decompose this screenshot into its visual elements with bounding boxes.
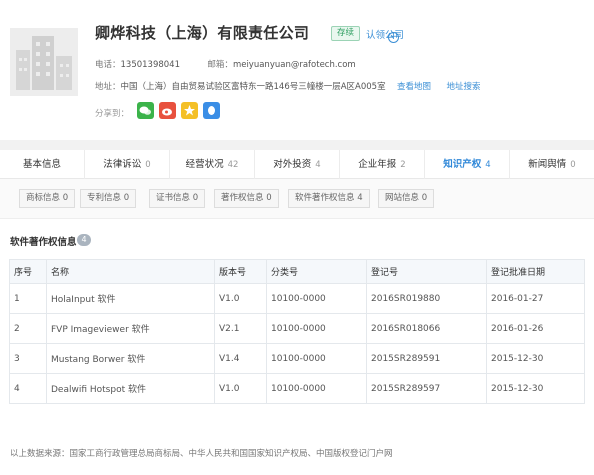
table-row: 1 HolaInput 软件 V1.0 10100-0000 2016SR019…: [9, 283, 585, 314]
cell-name: Mustang Borwer 软件: [46, 343, 215, 374]
tab-count: 0: [145, 160, 151, 170]
cell-reg-number: 2015SR289597: [366, 373, 487, 404]
cell-index: 2: [9, 313, 47, 344]
cell-category: 10100-0000: [266, 343, 367, 374]
company-name: 卿烨科技（上海）有限责任公司: [95, 24, 310, 42]
col-header-reg-number: 登记号: [366, 259, 487, 284]
company-logo-placeholder-icon: [10, 28, 78, 96]
subtab-software-copyright[interactable]: 软件著作权信息 4: [288, 189, 370, 208]
email-label: 邮箱：: [207, 60, 233, 70]
cell-name: Dealwifi Hotspot 软件: [46, 373, 215, 404]
company-header: 卿烨科技（上海）有限责任公司 存续 认领公司 + 电话：13501398041 …: [0, 0, 594, 140]
cell-version: V1.4: [214, 343, 267, 374]
cell-version: V1.0: [214, 373, 267, 404]
cell-reg-number: 2016SR019880: [366, 283, 487, 314]
cell-category: 10100-0000: [266, 313, 367, 344]
tab-count: 0: [570, 160, 576, 170]
status-badge: 存续: [331, 26, 361, 41]
tab-label: 经营状况: [185, 159, 224, 170]
cell-reg-number: 2016SR018066: [366, 313, 487, 344]
tab-investments[interactable]: 对外投资 4: [255, 150, 340, 179]
tab-operations[interactable]: 经营状况 42: [170, 150, 255, 179]
col-header-name: 名称: [46, 259, 215, 284]
main-tabs: 基本信息 法律诉讼 0 经营状况 42 对外投资 4 企业年报 2 知识产权 4 新闻舆情…: [0, 150, 594, 179]
star-icon[interactable]: [181, 102, 198, 119]
cell-index: 3: [9, 343, 47, 374]
address-label: 地址：: [95, 82, 121, 92]
add-follow-icon[interactable]: +: [388, 32, 399, 43]
cell-category: 10100-0000: [266, 283, 367, 314]
tab-count: 4: [485, 160, 491, 170]
address-search-link[interactable]: 地址搜索: [446, 82, 480, 92]
table-header-row: 序号 名称 版本号 分类号 登记号 登记批准日期: [9, 259, 585, 284]
phone-label: 电话：: [95, 60, 121, 70]
phone-value: 13501398041: [120, 60, 181, 70]
table-row: 2 FVP Imageviewer 软件 V2.1 10100-0000 201…: [9, 313, 585, 344]
tab-label: 法律诉讼: [103, 159, 142, 170]
tab-count: 4: [315, 160, 321, 170]
col-header-index: 序号: [9, 259, 47, 284]
view-map-link[interactable]: 查看地图: [397, 82, 431, 92]
cell-name: HolaInput 软件: [46, 283, 215, 314]
cell-approval-date: 2016-01-27: [486, 283, 585, 314]
table-row: 3 Mustang Borwer 软件 V1.4 10100-0000 2015…: [9, 343, 585, 374]
cell-approval-date: 2015-12-30: [486, 343, 585, 374]
cell-version: V2.1: [214, 313, 267, 344]
cell-index: 1: [9, 283, 47, 314]
tab-basic-info[interactable]: 基本信息: [0, 150, 85, 179]
cell-index: 4: [9, 373, 47, 404]
subtab-copyright[interactable]: 著作权信息 0: [214, 189, 279, 208]
tab-label: 知识产权: [443, 159, 482, 170]
col-header-category: 分类号: [266, 259, 367, 284]
tab-label: 基本信息: [22, 159, 61, 170]
email-value[interactable]: meiyuanyuan@rafotech.com: [233, 60, 356, 70]
col-header-approval-date: 登记批准日期: [486, 259, 585, 284]
address-value: 中国（上海）自由贸易试验区富特东一路146号三幢楼一层A区A005室: [120, 82, 386, 92]
section-divider: [0, 140, 594, 150]
share-label: 分享到：: [95, 109, 130, 119]
section-count-badge: 4: [77, 234, 91, 246]
tab-label: 对外投资: [273, 159, 312, 170]
ip-subtabs: 商标信息 0 专利信息 0 证书信息 0 著作权信息 0 软件著作权信息 4 网…: [0, 179, 594, 219]
subtab-trademark[interactable]: 商标信息 0: [19, 189, 76, 208]
table-row: 4 Dealwifi Hotspot 软件 V1.0 10100-0000 20…: [9, 373, 585, 404]
section-title: 软件著作权信息: [10, 237, 77, 248]
address-line: 地址：中国（上海）自由贸易试验区富特东一路146号三幢楼一层A区A005室 查看…: [95, 80, 480, 92]
cell-reg-number: 2015SR289591: [366, 343, 487, 374]
wechat-icon[interactable]: [137, 102, 154, 119]
qq-icon[interactable]: [203, 102, 220, 119]
cell-category: 10100-0000: [266, 373, 367, 404]
cell-approval-date: 2015-12-30: [486, 373, 585, 404]
weibo-icon[interactable]: [159, 102, 176, 119]
software-copyright-table: 序号 名称 版本号 分类号 登记号 登记批准日期 1 HolaInput 软件 …: [9, 259, 585, 404]
contact-line: 电话：13501398041 邮箱：meiyuanyuan@rafotech.c…: [95, 58, 356, 70]
tab-news[interactable]: 新闻舆情 0: [510, 150, 594, 179]
cell-approval-date: 2016-01-26: [486, 313, 585, 344]
tab-count: 42: [227, 160, 239, 170]
tab-annual-reports[interactable]: 企业年报 2: [340, 150, 425, 179]
col-header-version: 版本号: [214, 259, 267, 284]
tab-litigation[interactable]: 法律诉讼 0: [85, 150, 170, 179]
tab-label: 新闻舆情: [528, 159, 567, 170]
subtab-certificate[interactable]: 证书信息 0: [149, 189, 206, 208]
subtab-website[interactable]: 网站信息 0: [378, 189, 435, 208]
cell-version: V1.0: [214, 283, 267, 314]
tab-intellectual-property[interactable]: 知识产权 4: [425, 150, 510, 179]
tab-count: 2: [400, 160, 406, 170]
cell-name: FVP Imageviewer 软件: [46, 313, 215, 344]
tab-label: 企业年报: [358, 159, 397, 170]
data-source-footnote: 以上数据来源：国家工商行政管理总局商标局、中华人民共和国国家知识产权局、中国版权…: [10, 449, 393, 459]
subtab-patent[interactable]: 专利信息 0: [80, 189, 137, 208]
